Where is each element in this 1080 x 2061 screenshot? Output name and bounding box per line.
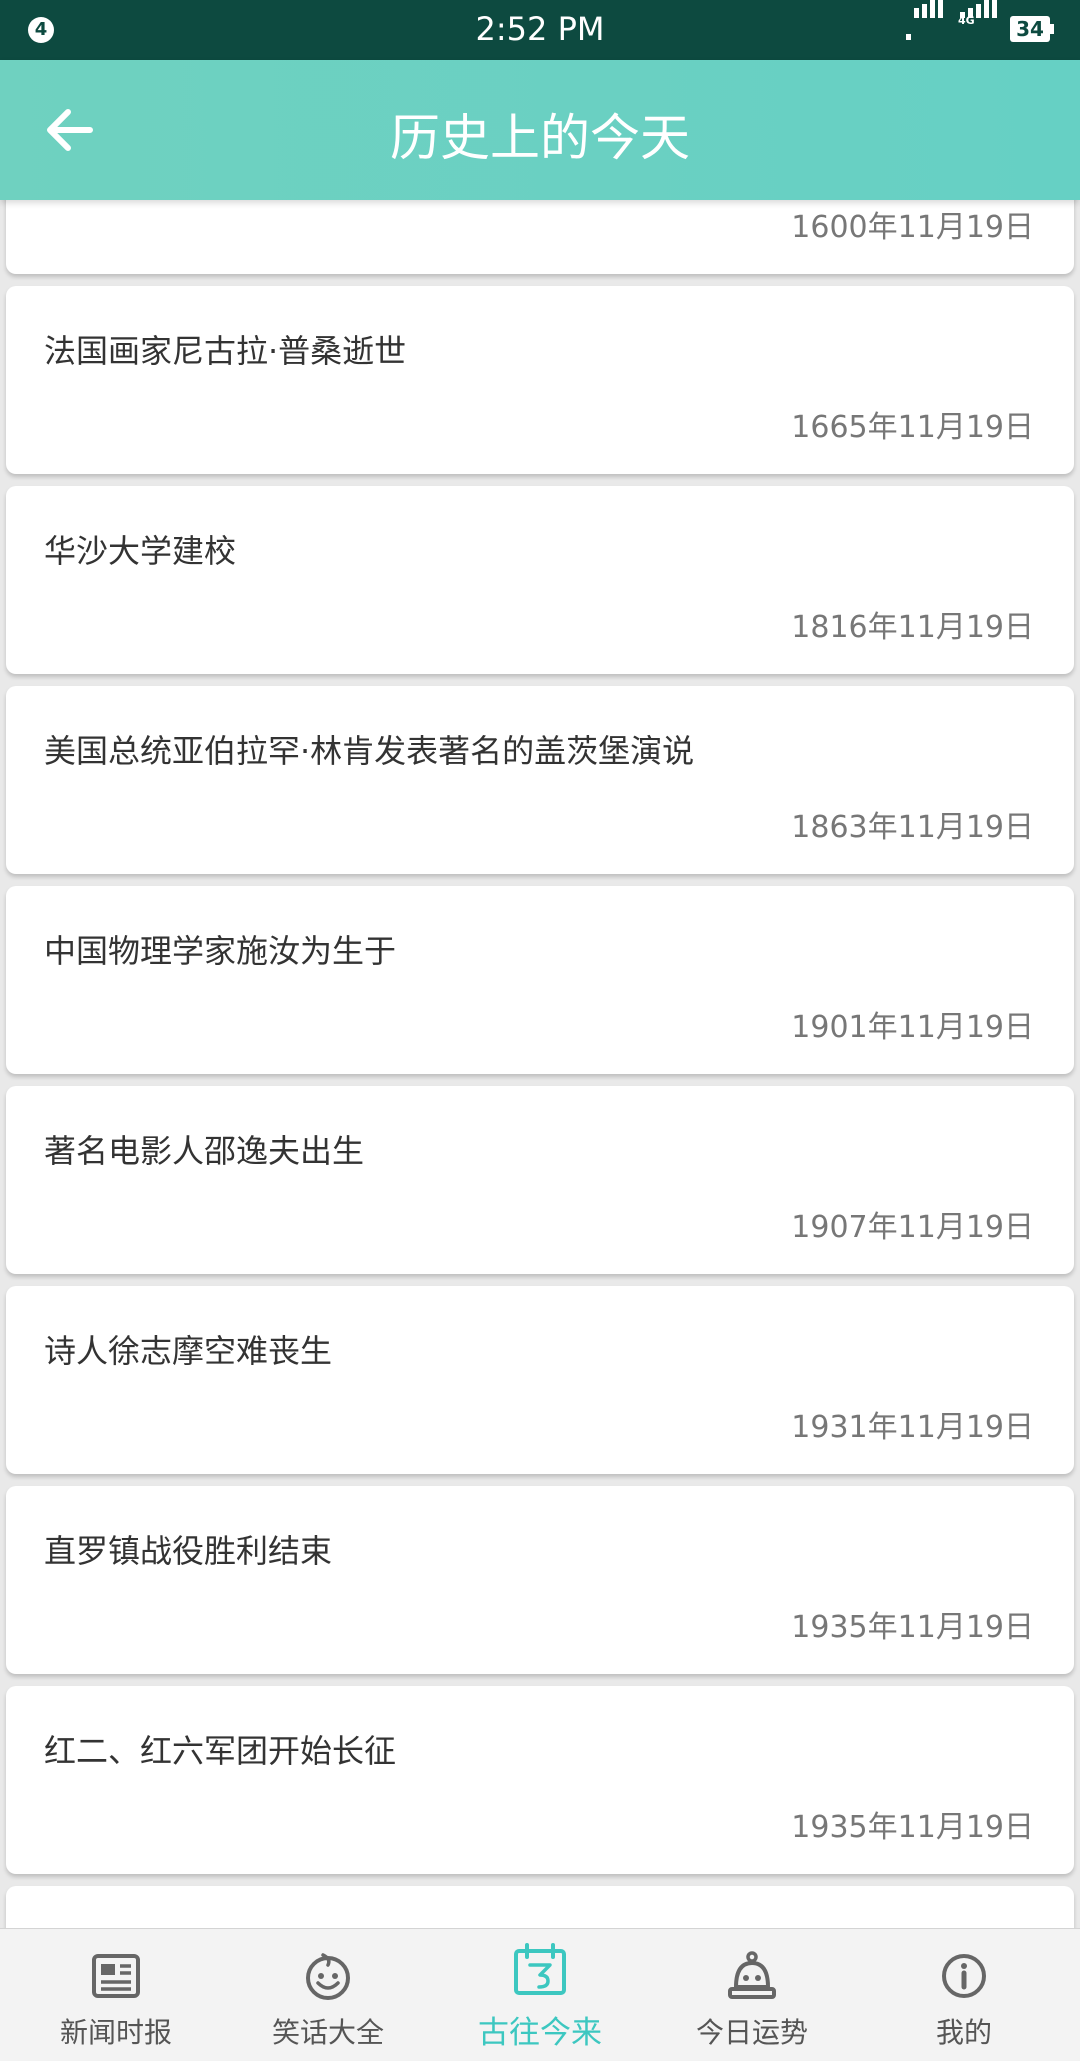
calendar-icon (514, 1943, 566, 1995)
event-title: 美国总统亚伯拉罕·林肯发表著名的盖茨堡演说 (44, 732, 695, 770)
event-title: 诗人徐志摩空难丧生 (44, 1332, 333, 1370)
event-date: 1665年11月19日 (791, 410, 1034, 445)
tab-mine[interactable]: 我的 (856, 1929, 1072, 2061)
event-date: 1901年11月19日 (791, 1010, 1034, 1045)
app-bar: 历史上的今天 (0, 60, 1080, 200)
network-type: 4G (958, 14, 975, 27)
event-card[interactable] (6, 1886, 1074, 1928)
event-date: 1863年11月19日 (791, 810, 1034, 845)
tab-jokes[interactable]: 笑话大全 (220, 1929, 436, 2061)
event-list[interactable]: 1600年11月19日 法国画家尼古拉·普桑逝世 1665年11月19日 华沙大… (0, 200, 1080, 1928)
event-card[interactable]: 1600年11月19日 (6, 200, 1074, 274)
tab-label: 笑话大全 (271, 2016, 384, 2049)
smiley-icon (306, 1953, 350, 2000)
event-date: 1935年11月19日 (791, 1610, 1034, 1645)
event-title: 著名电影人邵逸夫出生 (44, 1132, 365, 1170)
event-title: 红二、红六军团开始长征 (44, 1732, 397, 1770)
event-title: 直罗镇战役胜利结束 (44, 1532, 333, 1570)
tab-label: 今日运势 (695, 2016, 808, 2049)
event-date: 1935年11月19日 (791, 1810, 1034, 1845)
event-date: 1907年11月19日 (791, 1210, 1034, 1245)
event-title: 华沙大学建校 (44, 532, 237, 570)
event-card[interactable]: 诗人徐志摩空难丧生 1931年11月19日 (6, 1286, 1074, 1474)
event-card[interactable]: 直罗镇战役胜利结束 1935年11月19日 (6, 1486, 1074, 1674)
event-card[interactable]: 法国画家尼古拉·普桑逝世 1665年11月19日 (6, 286, 1074, 474)
tab-label: 古往今来 (478, 2015, 602, 2051)
fortune-bell-icon (728, 1951, 776, 1999)
event-card[interactable]: 美国总统亚伯拉罕·林肯发表著名的盖茨堡演说 1863年11月19日 (6, 686, 1074, 874)
bottom-tab-bar: 新闻时报 笑话大全 古往今来 今日运势 我的 (0, 1928, 1080, 2061)
tab-label: 新闻时报 (59, 2016, 172, 2049)
event-date: 1600年11月19日 (791, 210, 1034, 245)
newspaper-icon (92, 1954, 140, 1998)
tab-news[interactable]: 新闻时报 (8, 1929, 224, 2061)
event-date: 1931年11月19日 (791, 1410, 1034, 1445)
event-card[interactable]: 著名电影人邵逸夫出生 1907年11月19日 (6, 1086, 1074, 1274)
tab-history[interactable]: 古往今来 (432, 1929, 648, 2061)
tab-fortune[interactable]: 今日运势 (644, 1929, 860, 2061)
event-card[interactable]: 华沙大学建校 1816年11月19日 (6, 486, 1074, 674)
battery-icon: 34 (1010, 16, 1054, 42)
event-card[interactable]: 红二、红六军团开始长征 1935年11月19日 (6, 1686, 1074, 1874)
event-title: 中国物理学家施汝为生于 (44, 932, 397, 970)
page-title: 历史上的今天 (390, 109, 690, 167)
tab-label: 我的 (935, 2016, 992, 2049)
event-card[interactable]: 中国物理学家施汝为生于 1901年11月19日 (6, 886, 1074, 1074)
event-date: 1816年11月19日 (791, 610, 1034, 645)
event-title: 法国画家尼古拉·普桑逝世 (44, 332, 407, 370)
status-bar: 4 2:52 PM 4G 34 (0, 0, 1080, 60)
info-icon (942, 1954, 986, 1998)
